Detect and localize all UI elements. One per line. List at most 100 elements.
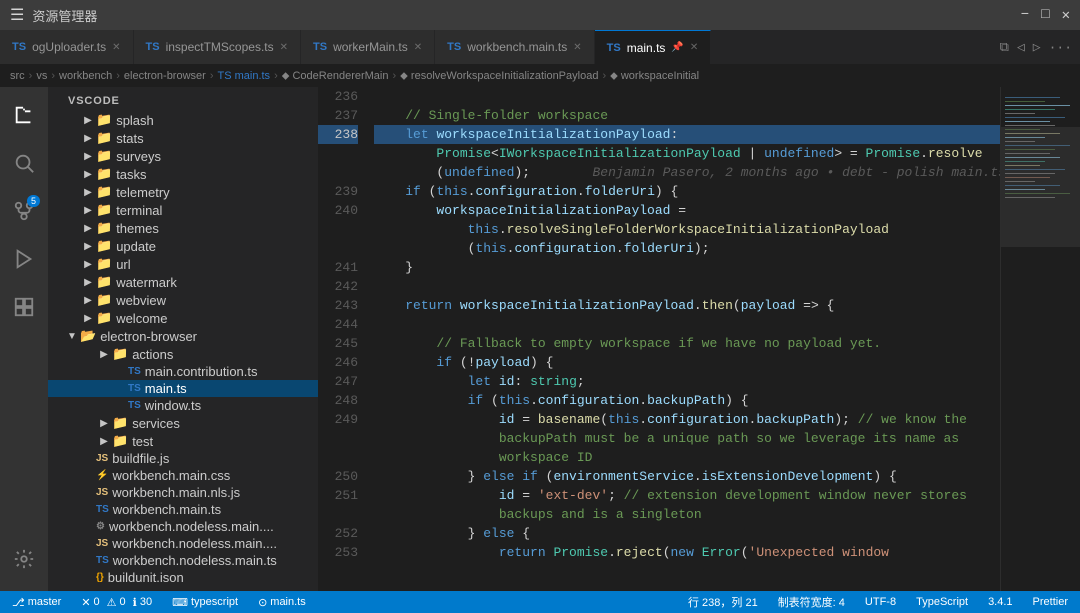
code-editor[interactable]: 236 237 238 239 240 241 242 243 244 245 — [318, 87, 1080, 591]
status-file[interactable]: ⊙ main.ts — [254, 596, 310, 609]
status-language[interactable]: TypeScript — [912, 594, 972, 610]
close-button[interactable]: ✕ — [1062, 7, 1070, 24]
tab-close-icon[interactable]: ✕ — [573, 42, 581, 53]
expand-icon: ▶ — [80, 115, 96, 126]
activity-settings[interactable] — [0, 535, 48, 583]
sidebar-item-services[interactable]: ▶ 📁 services — [48, 414, 318, 432]
sidebar-item-workbench-nodeless-2[interactable]: JS workbench.nodeless.main.... — [48, 535, 318, 552]
css-file-icon: ⚡ — [96, 470, 108, 481]
js-file-icon: JS — [96, 538, 108, 549]
activity-source-control[interactable]: 5 — [0, 187, 48, 235]
tab-bar: TS ogUploader.ts ✕ TS inspectTMScopes.ts… — [0, 30, 1080, 65]
status-tab-size[interactable]: 制表符宽度: 4 — [774, 594, 849, 610]
sidebar-item-electron-browser[interactable]: ▼ 📂 electron-browser — [48, 327, 318, 345]
sidebar-item-url[interactable]: ▶ 📁 url — [48, 255, 318, 273]
split-editor-icon[interactable]: ⧉ — [1000, 40, 1009, 55]
js-file-icon: JS — [96, 453, 108, 464]
navigate-back-icon[interactable]: ▷ — [1033, 40, 1041, 55]
status-version[interactable]: 3.4.1 — [984, 594, 1016, 610]
sidebar-item-buildunit-json[interactable]: {} buildunit.ison — [48, 569, 318, 586]
breadcrumb-src[interactable]: src — [10, 70, 25, 82]
line-243: return workspaceInitializationPayload.th… — [374, 296, 1000, 315]
breadcrumb-vs[interactable]: vs — [36, 70, 47, 82]
js-file-icon: JS — [96, 487, 108, 498]
sidebar-item-workbench-nls-js[interactable]: JS workbench.main.nls.js — [48, 484, 318, 501]
status-line-col[interactable]: 行 238，列 21 — [684, 594, 762, 610]
breadcrumb-main-ts[interactable]: TS main.ts — [217, 70, 270, 82]
status-branch[interactable]: ⎇ master — [8, 596, 65, 609]
status-formatter[interactable]: Prettier — [1029, 594, 1072, 610]
sidebar-item-workbench-nodeless-1[interactable]: ⚙ workbench.nodeless.main.... — [48, 518, 318, 535]
sidebar-item-main-ts[interactable]: TS main.ts — [48, 380, 318, 397]
line-247: let id: string; — [374, 372, 1000, 391]
status-typescript[interactable]: ⌨ typescript — [168, 596, 242, 609]
pin-icon[interactable]: 📌 — [671, 42, 683, 53]
breadcrumb-workspace[interactable]: ⬥ workspaceInitial — [610, 70, 699, 83]
sidebar-item-themes[interactable]: ▶ 📁 themes — [48, 219, 318, 237]
sidebar-item-welcome[interactable]: ▶ 📁 welcome — [48, 309, 318, 327]
activity-debug[interactable] — [0, 235, 48, 283]
sidebar-item-stats[interactable]: ▶ 📁 stats — [48, 129, 318, 147]
folder-icon: 📁 — [112, 346, 128, 362]
menu-icon[interactable]: ☰ — [10, 5, 24, 25]
expand-icon: ▶ — [80, 133, 96, 144]
sidebar-item-buildfile[interactable]: JS buildfile.js — [48, 450, 318, 467]
tab-loguploader[interactable]: TS ogUploader.ts ✕ — [0, 30, 134, 64]
tab-close-icon[interactable]: ✕ — [690, 42, 698, 53]
git-branch-icon: ⎇ — [12, 596, 25, 609]
sidebar-item-actions[interactable]: ▶ 📁 actions — [48, 345, 318, 363]
ts-icon: TS — [146, 41, 160, 53]
sidebar-item-webview[interactable]: ▶ 📁 webview — [48, 291, 318, 309]
tab-close-icon[interactable]: ✕ — [414, 42, 422, 53]
breadcrumb-coderendermain[interactable]: ⬥ CodeRendererMain — [282, 70, 389, 83]
line-237: // Single-folder workspace — [374, 106, 1000, 125]
expand-icon: ▶ — [80, 259, 96, 270]
sidebar-item-telemetry[interactable]: ▶ 📁 telemetry — [48, 183, 318, 201]
status-encoding[interactable]: UTF-8 — [861, 594, 900, 610]
activity-search[interactable] — [0, 139, 48, 187]
maximize-button[interactable]: □ — [1041, 7, 1049, 24]
sidebar-item-test[interactable]: ▶ 📁 test — [48, 432, 318, 450]
sidebar-item-tasks[interactable]: ▶ 📁 tasks — [48, 165, 318, 183]
sidebar-item-workbench-css[interactable]: ⚡ workbench.main.css — [48, 467, 318, 484]
tab-close-icon[interactable]: ✕ — [280, 42, 288, 53]
folder-open-icon: 📂 — [80, 328, 96, 344]
expand-icon: ▶ — [80, 205, 96, 216]
folder-icon: 📁 — [96, 292, 112, 308]
title-bar: ☰ 资源管理器 − □ ✕ — [0, 0, 1080, 30]
breadcrumb-electron-browser[interactable]: electron-browser — [124, 70, 206, 82]
sidebar-item-update[interactable]: ▶ 📁 update — [48, 237, 318, 255]
folder-icon: 📁 — [96, 310, 112, 326]
line-249-cont1: backupPath must be a unique path so we l… — [374, 429, 1000, 448]
sidebar-item-workbench-main-ts[interactable]: TS workbench.main.ts — [48, 501, 318, 518]
status-errors[interactable]: ✕ 0 ⚠ 0 ℹ 30 — [77, 596, 156, 609]
code-lines[interactable]: // Single-folder workspace let workspace… — [366, 87, 1000, 591]
breadcrumb-resolve[interactable]: ⬥ resolveWorkspaceInitializationPayload — [400, 70, 598, 83]
folder-icon: 📁 — [96, 184, 112, 200]
tab-main[interactable]: TS main.ts 📌 ✕ — [595, 30, 712, 64]
sidebar-item-main-contribution[interactable]: TS main.contribution.ts — [48, 363, 318, 380]
activity-extensions[interactable] — [0, 283, 48, 331]
sidebar-item-window-ts[interactable]: TS window.ts — [48, 397, 318, 414]
sidebar-item-surveys[interactable]: ▶ 📁 surveys — [48, 147, 318, 165]
tab-workbenchmain[interactable]: TS workbench.main.ts ✕ — [435, 30, 595, 64]
folder-icon: 📁 — [96, 202, 112, 218]
breadcrumb-workbench[interactable]: workbench — [59, 70, 112, 82]
more-actions-icon[interactable]: ··· — [1049, 40, 1072, 55]
sidebar-item-splash[interactable]: ▶ 📁 splash — [48, 111, 318, 129]
line-246: if (!payload) { — [374, 353, 1000, 372]
more-tabs-icon[interactable]: ◁ — [1017, 40, 1025, 55]
sidebar-item-workbench-nodeless-ts[interactable]: TS workbench.nodeless.main.ts — [48, 552, 318, 569]
editor-area: 236 237 238 239 240 241 242 243 244 245 — [318, 87, 1080, 591]
sidebar-item-watermark[interactable]: ▶ 📁 watermark — [48, 273, 318, 291]
minimize-button[interactable]: − — [1021, 7, 1029, 24]
line-240-cont1: this.resolveSingleFolderWorkspaceInitial… — [374, 220, 1000, 239]
activity-explorer[interactable] — [0, 91, 48, 139]
tab-close-icon[interactable]: ✕ — [112, 42, 120, 53]
folder-icon: 📁 — [96, 274, 112, 290]
tab-workermain[interactable]: TS workerMain.ts ✕ — [301, 30, 435, 64]
tab-label: workerMain.ts — [333, 40, 408, 54]
tab-inspecttmscopes[interactable]: TS inspectTMScopes.ts ✕ — [134, 30, 302, 64]
line-239: if (this.configuration.folderUri) { — [374, 182, 1000, 201]
sidebar-item-terminal[interactable]: ▶ 📁 terminal — [48, 201, 318, 219]
